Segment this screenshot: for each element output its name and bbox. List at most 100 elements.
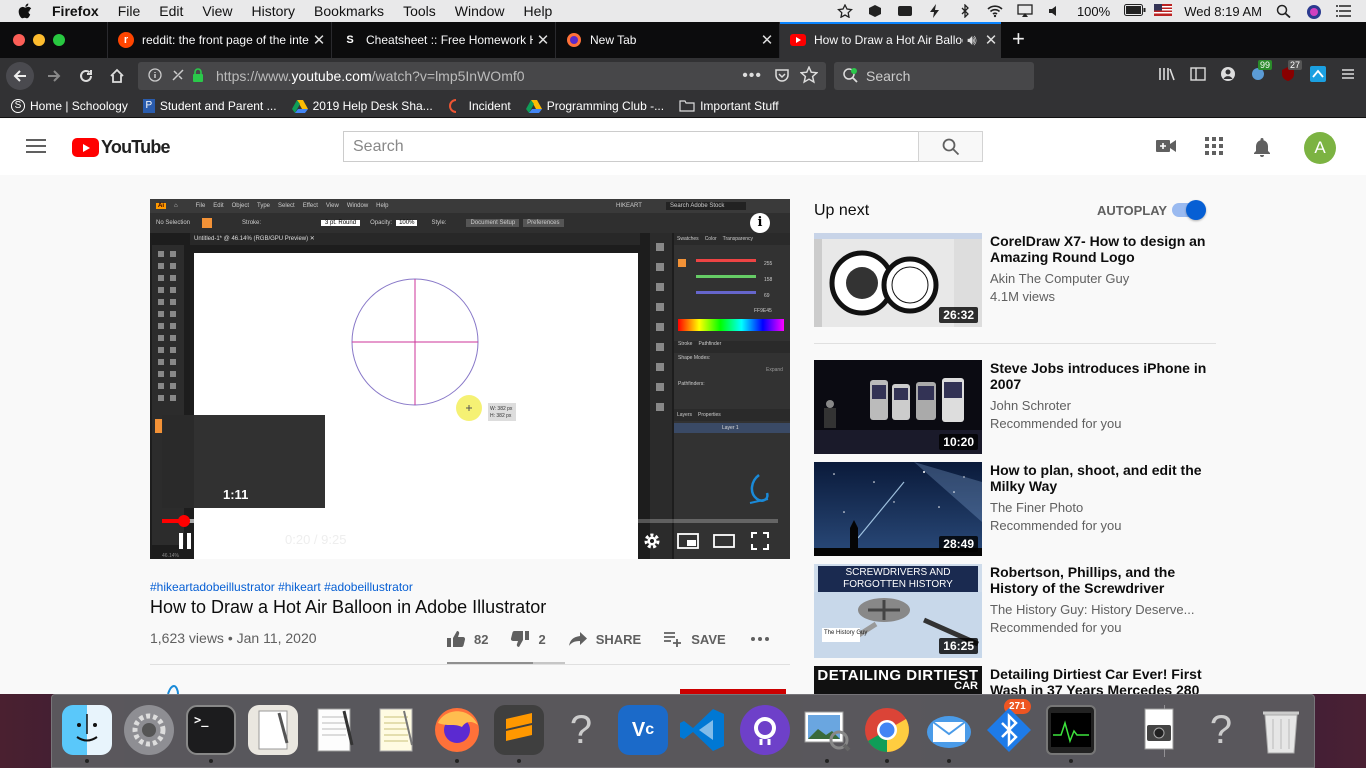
us-flag-icon[interactable] bbox=[1154, 4, 1173, 18]
channel-avatar-icon[interactable] bbox=[164, 684, 190, 694]
vscode-icon[interactable] bbox=[678, 705, 728, 755]
trash-icon[interactable] bbox=[1256, 705, 1306, 755]
video-player[interactable]: Ai ⌂ File Edit Object Type Select Effect… bbox=[150, 199, 790, 559]
close-tab-icon[interactable]: ✕ bbox=[981, 31, 1001, 49]
terminal-icon[interactable]: >_ bbox=[186, 705, 236, 755]
firefox-icon[interactable] bbox=[432, 705, 482, 755]
channel-name[interactable]: The History Guy: History Deserve... bbox=[990, 602, 1200, 617]
bookmark-star-icon[interactable] bbox=[799, 64, 819, 87]
zoom-window-button[interactable] bbox=[53, 34, 65, 46]
tab-youtube[interactable]: How to Draw a Hot Air Balloo 🔊︎ ✕ bbox=[779, 22, 1001, 58]
bookmark-schoology[interactable]: S Home | Schoology bbox=[11, 98, 128, 113]
search-engine-icon[interactable] bbox=[842, 67, 860, 86]
recommended-video[interactable]: 26:32 CorelDraw X7- How to design an Ama… bbox=[814, 233, 1214, 329]
system-preferences-icon[interactable] bbox=[124, 705, 174, 755]
menu-tools[interactable]: Tools bbox=[403, 3, 436, 19]
home-button[interactable] bbox=[103, 62, 131, 90]
menu-file[interactable]: File bbox=[118, 3, 141, 19]
youtube-logo[interactable]: YouTube bbox=[72, 137, 171, 158]
battery-icon[interactable] bbox=[1124, 4, 1146, 18]
sidebar-icon[interactable] bbox=[1190, 66, 1206, 87]
wifi-icon[interactable] bbox=[987, 4, 1003, 18]
tab-new-tab[interactable]: New Tab ✕ bbox=[555, 22, 777, 58]
screenshot-icon[interactable] bbox=[1134, 705, 1184, 755]
video-title[interactable]: Robertson, Phillips, and the History of … bbox=[990, 564, 1210, 596]
new-tab-button[interactable]: + bbox=[1012, 28, 1025, 50]
channel-name[interactable]: John Schroter bbox=[990, 398, 1200, 413]
bolt-status-icon[interactable] bbox=[927, 4, 943, 18]
mail-icon[interactable] bbox=[924, 705, 974, 755]
notifications-bell-icon[interactable] bbox=[1253, 137, 1271, 162]
settings-button[interactable] bbox=[640, 530, 664, 552]
menu-help[interactable]: Help bbox=[524, 3, 553, 19]
pause-button[interactable] bbox=[174, 530, 196, 552]
video-thumbnail[interactable]: 28:49 bbox=[814, 462, 982, 556]
drive-status-icon[interactable] bbox=[897, 4, 913, 18]
video-thumbnail[interactable]: 10:20 bbox=[814, 360, 982, 454]
next-button[interactable] bbox=[214, 530, 236, 552]
chrome-icon[interactable] bbox=[862, 705, 912, 755]
video-thumbnail[interactable]: DETAILING DIRTIEST CAR bbox=[814, 666, 982, 694]
youtube-search-input[interactable]: Search bbox=[343, 131, 919, 162]
miniplayer-button[interactable] bbox=[676, 530, 700, 552]
create-video-icon[interactable] bbox=[1155, 137, 1177, 160]
recommended-video[interactable]: 28:49 How to plan, shoot, and edit the M… bbox=[814, 462, 1214, 558]
notes-icon[interactable] bbox=[372, 705, 422, 755]
scrubber-handle[interactable] bbox=[178, 515, 191, 527]
captions-button[interactable]: CC bbox=[604, 530, 628, 552]
video-title[interactable]: Steve Jobs introduces iPhone in 2007 bbox=[990, 360, 1210, 392]
menu-hamburger-icon[interactable] bbox=[1340, 66, 1356, 87]
menu-history[interactable]: History bbox=[251, 3, 295, 19]
hashtags[interactable]: #hikeartadobeillustrator #hikeart #adobe… bbox=[150, 580, 413, 594]
share-button[interactable]: SHARE bbox=[568, 631, 641, 647]
siri-icon[interactable] bbox=[1306, 4, 1322, 19]
extension-1-icon[interactable]: 99 bbox=[1250, 60, 1273, 87]
dislike-button[interactable]: 2 bbox=[510, 630, 546, 648]
save-button[interactable]: SAVE bbox=[663, 631, 726, 647]
close-tab-icon[interactable]: ✕ bbox=[757, 31, 777, 49]
info-card-icon[interactable]: i bbox=[750, 213, 770, 233]
recommended-video[interactable]: SCREWDRIVERS AND FORGOTTEN HISTORY The H… bbox=[814, 564, 1214, 660]
video-title[interactable]: How to plan, shoot, and edit the Milky W… bbox=[990, 462, 1210, 494]
channel-name[interactable]: Akin The Computer Guy bbox=[990, 271, 1200, 286]
menu-edit[interactable]: Edit bbox=[159, 3, 183, 19]
permissions-icon[interactable] bbox=[170, 67, 186, 86]
speaker-icon[interactable]: 🔊︎ bbox=[963, 32, 981, 49]
back-button[interactable] bbox=[6, 62, 34, 90]
apple-menu-icon[interactable] bbox=[18, 3, 36, 19]
activity-monitor-icon[interactable] bbox=[1046, 705, 1096, 755]
minimize-window-button[interactable] bbox=[33, 34, 45, 46]
guide-menu-icon[interactable] bbox=[26, 139, 46, 157]
vnc-viewer-icon[interactable]: Vc bbox=[618, 705, 668, 755]
video-thumbnail[interactable]: 26:32 bbox=[814, 233, 982, 327]
close-tab-icon[interactable]: ✕ bbox=[309, 31, 329, 49]
info-icon[interactable] bbox=[148, 67, 164, 85]
ublock-icon[interactable]: 27 bbox=[1280, 60, 1303, 87]
menu-window[interactable]: Window bbox=[455, 3, 505, 19]
preview-icon[interactable] bbox=[802, 705, 852, 755]
pocket-icon[interactable] bbox=[774, 67, 790, 86]
tab-reddit[interactable]: r reddit: the front page of the inte ✕ bbox=[107, 22, 329, 58]
channel-name[interactable]: The Finer Photo bbox=[990, 500, 1200, 515]
bluetooth-status-icon[interactable] bbox=[957, 3, 973, 19]
bookmark-help-desk[interactable]: 2019 Help Desk Sha... bbox=[291, 99, 433, 113]
apps-grid-icon[interactable] bbox=[1205, 137, 1223, 160]
github-desktop-icon[interactable] bbox=[740, 705, 790, 755]
fullscreen-button[interactable] bbox=[748, 530, 772, 552]
library-icon[interactable] bbox=[1158, 66, 1176, 87]
sublime-text-icon[interactable] bbox=[494, 705, 544, 755]
finder-icon[interactable] bbox=[62, 705, 112, 755]
close-tab-icon[interactable]: ✕ bbox=[533, 31, 553, 49]
bookmark-student-parent[interactable]: P Student and Parent ... bbox=[142, 98, 277, 113]
menu-bookmarks[interactable]: Bookmarks bbox=[314, 3, 384, 19]
autoplay-toggle[interactable] bbox=[1172, 200, 1206, 220]
like-button[interactable]: 82 bbox=[446, 630, 488, 648]
more-actions-button[interactable] bbox=[750, 636, 778, 642]
close-window-button[interactable] bbox=[13, 34, 25, 46]
youtube-search-button[interactable] bbox=[918, 131, 983, 162]
url-text[interactable]: https://www.youtube.com/watch?v=lmp5InWO… bbox=[216, 68, 525, 84]
airplay-icon[interactable] bbox=[1017, 4, 1033, 18]
bluetooth-icon[interactable] bbox=[984, 705, 1034, 755]
forward-button[interactable] bbox=[40, 62, 68, 90]
unknown-app-icon[interactable]: ? bbox=[556, 705, 606, 755]
